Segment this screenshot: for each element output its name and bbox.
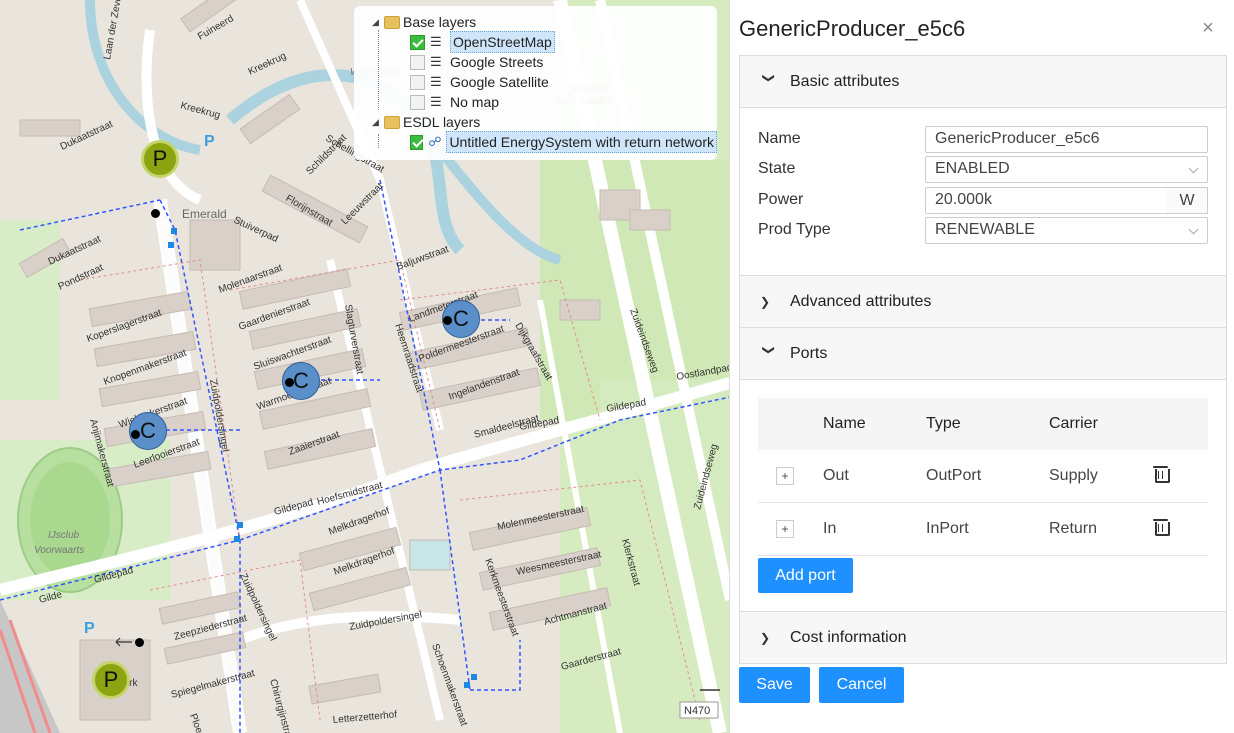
ports-table-header: Name Type Carrier — [758, 398, 1208, 450]
layer-checkbox[interactable] — [410, 74, 425, 90]
port-name: Out — [823, 467, 849, 484]
layers-icon: ☰ — [430, 74, 442, 89]
tree-folder-esdl-layers[interactable]: ◢ ESDL layers — [372, 112, 717, 132]
port-name: In — [823, 520, 837, 537]
expand-row-button[interactable]: + — [776, 467, 794, 485]
trash-icon[interactable] — [1153, 465, 1170, 483]
svg-text:N470: N470 — [684, 705, 710, 717]
layers-icon: ☰ — [430, 54, 442, 69]
column-header-type: Type — [926, 415, 961, 432]
state-select[interactable]: ENABLED — [925, 156, 1208, 183]
section-title: Advanced attributes — [790, 292, 932, 310]
producer-marker-1[interactable]: P — [141, 140, 179, 178]
svg-text:IJsclub: IJsclub — [48, 530, 80, 541]
section-title: Ports — [790, 344, 828, 362]
layers-icon: ☰ — [430, 34, 442, 49]
port-carrier: Supply — [1049, 467, 1098, 484]
folder-label: ESDL layers — [403, 114, 481, 130]
column-header-name: Name — [823, 415, 866, 432]
chevron-right-icon: ❯ — [760, 294, 771, 309]
attr-name-row: Name GenericProducer_e5c6 — [758, 126, 1210, 153]
svg-text:Emerald: Emerald — [182, 207, 227, 221]
section-basic-attributes-header[interactable]: ❯ Basic attributes — [740, 56, 1226, 108]
layer-label: Untitled EnergySystem with return networ… — [446, 131, 717, 153]
layer-energy-system[interactable]: ☍ Untitled EnergySystem with return netw… — [372, 131, 717, 153]
port-carrier: Return — [1049, 520, 1098, 537]
attr-label: Name — [758, 130, 801, 147]
attr-label: Prod Type — [758, 221, 831, 238]
attr-power-row: Power 20.000k W — [758, 187, 1210, 214]
panel-title: GenericProducer_e5c6 — [739, 16, 966, 41]
layer-control: ◢ Base layers ☰ OpenStreetMap ☰ Google S… — [354, 6, 717, 160]
layers-icon: ☰ — [430, 94, 442, 109]
layer-google-streets[interactable]: ☰ Google Streets — [372, 52, 717, 72]
chevron-right-icon: ❯ — [760, 630, 771, 645]
column-header-carrier: Carrier — [1049, 415, 1098, 432]
port-dot — [443, 316, 452, 325]
chevron-down-icon: ❯ — [762, 344, 776, 355]
table-row: + In InPort Return — [758, 503, 1208, 556]
producer-marker-2[interactable]: P — [92, 661, 130, 699]
section-ports-body: Name Type Carrier + Out OutPort Supply +… — [740, 380, 1226, 612]
layer-checkbox[interactable] — [410, 94, 425, 110]
section-basic-attributes-body: Name GenericProducer_e5c6 State ENABLED … — [740, 108, 1226, 276]
asset-properties-panel: GenericProducer_e5c6 × ❯ Basic attribute… — [729, 0, 1234, 733]
attr-prod-type-row: Prod Type RENEWABLE — [758, 217, 1210, 244]
section-title: Cost information — [790, 628, 907, 646]
port-dot — [135, 638, 144, 647]
folder-label: Base layers — [403, 14, 477, 30]
svg-text:P: P — [84, 620, 95, 637]
section-title: Basic attributes — [790, 72, 900, 90]
cancel-button[interactable]: Cancel — [819, 667, 904, 703]
port-dot — [151, 209, 160, 218]
port-type: InPort — [926, 520, 969, 537]
save-button[interactable]: Save — [739, 667, 810, 703]
power-input[interactable]: 20.000k — [925, 187, 1168, 214]
svg-text:P: P — [204, 133, 215, 150]
port-dot — [131, 430, 140, 439]
properties-accordion: ❯ Basic attributes Name GenericProducer_… — [739, 55, 1227, 664]
layer-checkbox[interactable] — [410, 54, 425, 70]
folder-icon — [384, 15, 400, 29]
chevron-down-icon: ❯ — [762, 72, 776, 83]
expand-row-button[interactable]: + — [776, 520, 794, 538]
layer-checkbox[interactable] — [410, 134, 424, 150]
folder-icon — [384, 115, 400, 129]
layer-checkbox[interactable] — [410, 34, 425, 50]
layer-label: No map — [450, 94, 500, 110]
layer-openstreetmap[interactable]: ☰ OpenStreetMap — [372, 31, 717, 53]
layer-label: OpenStreetMap — [450, 31, 555, 53]
add-port-button[interactable]: Add port — [758, 558, 853, 593]
trash-icon[interactable] — [1153, 518, 1170, 536]
table-row: + Out OutPort Supply — [758, 450, 1208, 503]
section-cost-information-header[interactable]: ❯ Cost information — [740, 612, 1226, 664]
expand-toggle-icon[interactable]: ◢ — [372, 112, 384, 132]
section-ports-header[interactable]: ❯ Ports — [740, 328, 1226, 380]
name-input[interactable]: GenericProducer_e5c6 — [925, 126, 1208, 153]
layer-no-map[interactable]: ☰ No map — [372, 92, 717, 112]
layer-label: Google Streets — [450, 54, 544, 70]
attr-state-row: State ENABLED — [758, 156, 1210, 183]
close-button[interactable]: × — [1198, 18, 1218, 38]
attr-label: State — [758, 160, 796, 177]
expand-toggle-icon[interactable]: ◢ — [372, 12, 384, 32]
attr-label: Power — [758, 191, 804, 208]
port-type: OutPort — [926, 467, 982, 484]
layer-label: Google Satellite — [450, 74, 549, 90]
ports-table: Name Type Carrier + Out OutPort Supply +… — [758, 398, 1208, 556]
section-advanced-attributes-header[interactable]: ❯ Advanced attributes — [740, 276, 1226, 328]
prod-type-select[interactable]: RENEWABLE — [925, 217, 1208, 244]
layer-google-satellite[interactable]: ☰ Google Satellite — [372, 72, 717, 92]
port-dot — [285, 378, 294, 387]
svg-text:Voorwaarts: Voorwaarts — [34, 545, 84, 556]
tree-folder-base-layers[interactable]: ◢ Base layers — [372, 12, 717, 32]
network-icon: ☍ — [428, 134, 442, 149]
power-unit: W — [1167, 187, 1208, 214]
